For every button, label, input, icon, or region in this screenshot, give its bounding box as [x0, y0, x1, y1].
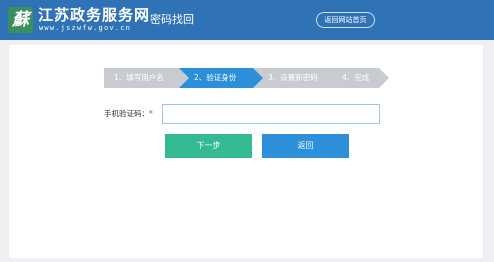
step-enter-username: 1、填写用户名 [104, 68, 190, 88]
required-marker: * [149, 109, 153, 118]
return-home-button[interactable]: 返回网站首页 [316, 12, 375, 28]
site-name: 江苏政务服务网 [38, 6, 151, 24]
page-title: 密码找回 [150, 13, 194, 26]
step-set-new-password: 3、设置新密码 [253, 68, 339, 88]
back-button[interactable]: 返回 [262, 134, 349, 158]
next-step-button[interactable]: 下一步 [165, 134, 252, 158]
site-url: www.jszwfw.gov.cn [39, 24, 132, 32]
top-header: 蘇 江苏政务服务网 www.jszwfw.gov.cn 密码找回 返回网站首页 [0, 0, 494, 40]
sms-code-label: 手机验证码：* [104, 107, 153, 121]
step-verify-identity: 2、验证身份 [179, 68, 265, 88]
sms-code-input[interactable] [162, 104, 380, 124]
sms-code-label-text: 手机验证码： [104, 109, 149, 118]
site-logo[interactable]: 蘇 [8, 7, 33, 33]
